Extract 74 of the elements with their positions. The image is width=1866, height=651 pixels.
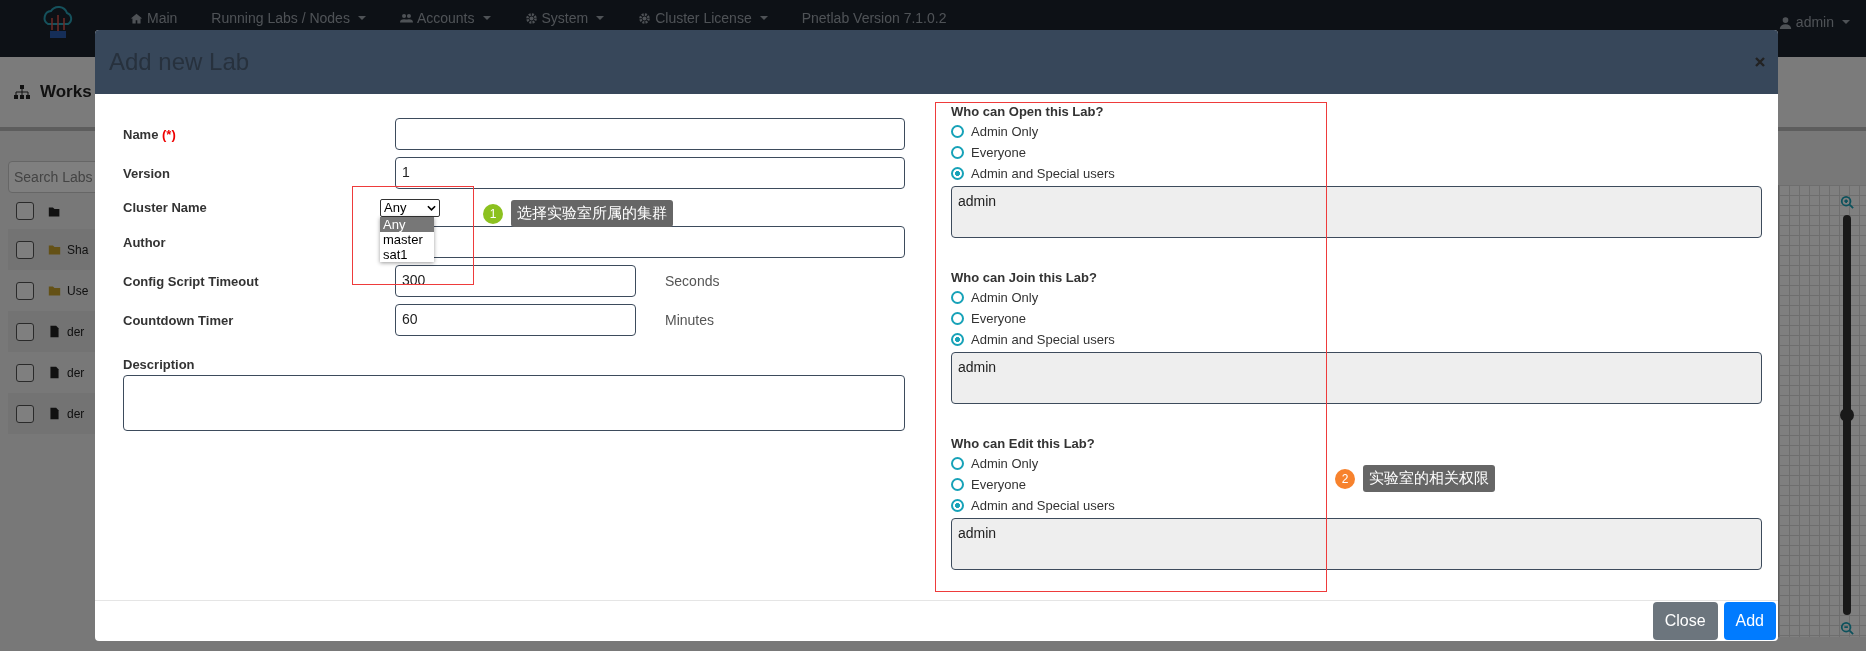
gear-icon bbox=[638, 11, 652, 25]
unit-label: Minutes bbox=[665, 312, 715, 328]
radio-label[interactable]: Admin and Special users bbox=[971, 332, 1115, 347]
radio-button[interactable] bbox=[951, 125, 964, 138]
radio-label[interactable]: Everyone bbox=[971, 311, 1026, 326]
field-label: Version bbox=[123, 165, 171, 181]
unit-label: Seconds bbox=[665, 273, 720, 289]
folder-icon bbox=[48, 204, 61, 218]
file-name[interactable]: Sha bbox=[67, 242, 89, 257]
users-icon bbox=[399, 11, 413, 25]
user-icon bbox=[1778, 15, 1792, 29]
radio-button[interactable] bbox=[951, 291, 964, 304]
radio-button[interactable] bbox=[951, 312, 964, 325]
zoom-slider[interactable] bbox=[1842, 215, 1851, 615]
input-field[interactable] bbox=[395, 118, 905, 150]
description-field[interactable] bbox=[123, 375, 905, 431]
file-icon bbox=[48, 325, 61, 338]
dropdown-option[interactable]: master bbox=[380, 232, 434, 247]
caret-icon bbox=[427, 204, 436, 211]
callout-tooltip: 实验室的相关权限 bbox=[1363, 465, 1495, 492]
checkbox[interactable] bbox=[16, 202, 34, 220]
dialog-button[interactable]: Close bbox=[1652, 602, 1718, 640]
radio-label[interactable]: Admin Only bbox=[971, 290, 1039, 305]
field-label: Countdown Timer bbox=[123, 312, 235, 328]
field-label: Description bbox=[123, 357, 196, 372]
step-badge: 1 bbox=[483, 203, 503, 224]
radio-button[interactable] bbox=[951, 167, 964, 180]
field-label: Config Script Timeout bbox=[123, 273, 260, 289]
file-icon bbox=[48, 366, 61, 379]
cluster-select[interactable]: Any bbox=[380, 198, 440, 217]
callout-tooltip: 选择实验室所属的集群 bbox=[511, 200, 673, 227]
file-icon bbox=[48, 407, 61, 420]
input-field[interactable]: 60 bbox=[395, 304, 636, 336]
checkbox[interactable] bbox=[16, 281, 34, 300]
home-icon bbox=[130, 11, 143, 25]
sitemap-icon bbox=[14, 84, 30, 100]
section-title: Who can Edit this Lab? bbox=[951, 436, 1095, 451]
radio-button[interactable] bbox=[951, 457, 964, 470]
checkbox[interactable] bbox=[16, 404, 34, 423]
radio-label[interactable]: Everyone bbox=[971, 145, 1026, 160]
radio-label[interactable]: Admin Only bbox=[971, 124, 1039, 139]
radio-label[interactable]: Admin and Special users bbox=[971, 166, 1115, 181]
radio-button[interactable] bbox=[951, 478, 964, 491]
users-field[interactable]: admin bbox=[951, 518, 1762, 570]
radio-button[interactable] bbox=[951, 333, 964, 346]
step-badge: 2 bbox=[1335, 468, 1355, 489]
users-field[interactable]: admin bbox=[951, 186, 1762, 238]
file-name[interactable]: der bbox=[67, 406, 85, 421]
radio-button[interactable] bbox=[951, 146, 964, 159]
gear-icon bbox=[524, 11, 538, 25]
dialog-button[interactable]: Add bbox=[1723, 602, 1776, 640]
file-name[interactable]: der bbox=[67, 324, 85, 339]
section-title: Who can Open this Lab? bbox=[951, 104, 1104, 119]
field-label: Name (*) bbox=[123, 126, 177, 142]
close-icon[interactable] bbox=[1754, 56, 1766, 68]
checkbox[interactable] bbox=[16, 322, 34, 341]
folder-icon bbox=[48, 284, 61, 297]
folder-icon bbox=[48, 243, 61, 256]
input-field[interactable]: 1 bbox=[395, 157, 905, 189]
checkbox[interactable] bbox=[16, 240, 34, 259]
page-title: Works bbox=[40, 82, 92, 102]
zoom-in-icon[interactable] bbox=[1839, 195, 1854, 209]
users-field[interactable]: admin bbox=[951, 352, 1762, 404]
checkbox[interactable] bbox=[16, 363, 34, 382]
radio-label[interactable]: Admin Only bbox=[971, 456, 1039, 471]
file-name[interactable]: der bbox=[67, 365, 85, 380]
file-name[interactable]: Use bbox=[67, 283, 89, 298]
radio-button[interactable] bbox=[951, 499, 964, 512]
section-title: Who can Join this Lab? bbox=[951, 270, 1097, 285]
radio-label[interactable]: Everyone bbox=[971, 477, 1026, 492]
zoom-out-icon[interactable] bbox=[1839, 621, 1854, 635]
radio-label[interactable]: Admin and Special users bbox=[971, 498, 1115, 513]
dropdown-option[interactable]: Any bbox=[380, 217, 434, 232]
dropdown-option[interactable]: sat1 bbox=[380, 247, 434, 262]
